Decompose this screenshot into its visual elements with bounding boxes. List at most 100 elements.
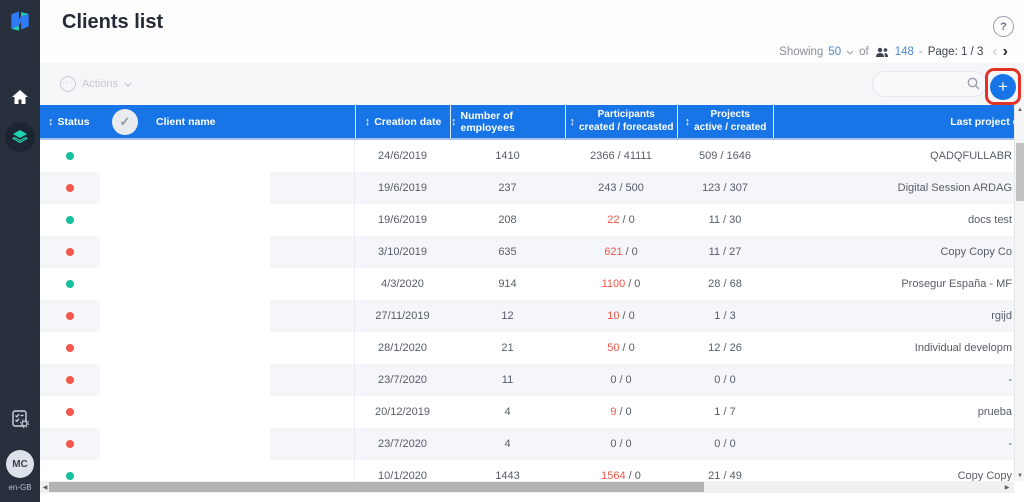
table-row[interactable]: 23/7/2020 4 0/0 0 / 0 - <box>40 428 1024 460</box>
participants-header-line2: created / forecasted <box>579 121 674 133</box>
status-cell <box>40 396 100 428</box>
of-label: of <box>859 46 869 58</box>
search-input[interactable] <box>872 71 987 97</box>
last-project-cell: docs test <box>967 214 1012 226</box>
employees-cell: 12 <box>501 310 514 322</box>
client-name-header-label: Client name <box>156 115 216 128</box>
status-cell <box>40 268 100 300</box>
table-row[interactable]: 3/10/2019 635 621/0 11 / 27 Copy Copy Co <box>40 236 1024 268</box>
client-name-redacted <box>100 300 270 332</box>
employees-cell: 21 <box>501 342 514 354</box>
actions-button[interactable]: ··· Actions <box>60 63 132 105</box>
creation-date-cell: 4/3/2020 <box>381 278 424 290</box>
participants-header-line1: Participants <box>597 109 655 120</box>
next-page-button[interactable]: › <box>1003 44 1008 60</box>
last-project-cell: Copy Copy Co <box>940 246 1012 258</box>
client-name-redacted <box>100 428 270 460</box>
sort-icon: ↕ <box>48 115 54 128</box>
client-name-cell <box>100 428 355 460</box>
table-row[interactable]: 19/6/2019 208 22/0 11 / 30 docs test <box>40 204 1024 236</box>
table-row[interactable]: 24/6/2019 1410 2366/41111 509 / 1646 QAD… <box>40 140 1024 172</box>
scroll-down-icon[interactable]: ▼ <box>1015 473 1024 479</box>
table-row[interactable]: 28/1/2020 21 50/0 12 / 26 Individual dev… <box>40 332 1024 364</box>
sort-icon: ↕ <box>684 115 691 128</box>
participants-cell: 2366/41111 <box>590 150 652 162</box>
column-header-last-project[interactable]: Last project created <box>773 105 1024 138</box>
horizontal-scrollbar-thumb[interactable] <box>49 482 704 492</box>
client-name-redacted <box>100 204 270 236</box>
status-dot <box>66 216 74 224</box>
table-row[interactable]: 27/11/2019 12 10/0 1 / 3 rgijd <box>40 300 1024 332</box>
client-name-cell <box>100 300 355 332</box>
participants-cell: 621/0 <box>604 246 638 258</box>
checklist-gear-icon <box>12 410 29 428</box>
horizontal-scrollbar[interactable]: ◀ ▶ <box>40 481 1014 493</box>
participants-cell: 22/0 <box>607 214 635 226</box>
chevron-down-icon <box>124 82 132 87</box>
last-project-cell: Prosegur España - MF <box>901 278 1012 290</box>
status-header-label: Status <box>57 115 90 128</box>
toolbar: ··· Actions + <box>40 63 1024 105</box>
page-title: Clients list <box>62 11 164 33</box>
layers-icon <box>12 130 28 144</box>
column-header-creation-date[interactable]: ↕ Creation date <box>355 105 450 138</box>
add-client-button[interactable]: + <box>990 74 1016 100</box>
participants-cell: 0/0 <box>610 438 632 450</box>
creation-date-cell: 27/11/2019 <box>375 310 430 322</box>
table-row[interactable]: 23/7/2020 11 0/0 0 / 0 - <box>40 364 1024 396</box>
status-cell <box>40 428 100 460</box>
prev-page-button[interactable]: ‹ <box>992 44 997 60</box>
user-avatar[interactable]: MC <box>6 450 34 478</box>
creation-date-cell: 20/12/2019 <box>374 406 431 418</box>
client-name-cell <box>100 364 355 396</box>
sidebar-item-program-settings[interactable] <box>0 402 40 436</box>
sidebar-item-clients[interactable] <box>0 120 40 154</box>
last-project-cell: prueba <box>977 406 1012 418</box>
projects-cell: 28 / 68 <box>708 278 742 290</box>
client-name-cell <box>100 140 355 172</box>
participants-cell: 243/500 <box>598 182 644 194</box>
projects-cell: 123 / 307 <box>702 182 748 194</box>
participants-cell: 1100/0 <box>601 278 641 290</box>
employees-header-label: Number of employees <box>460 109 515 134</box>
client-name-cell <box>100 396 355 428</box>
status-dot <box>66 312 74 320</box>
column-header-employees[interactable]: ↕ Number of employees <box>450 105 565 138</box>
column-header-participants[interactable]: ↕ Participants created / forecasted <box>565 105 677 138</box>
vertical-scrollbar-thumb[interactable] <box>1016 143 1024 201</box>
status-dot <box>66 472 74 480</box>
scroll-right-icon[interactable]: ▶ <box>1002 484 1012 491</box>
creation-date-cell: 19/6/2019 <box>378 182 427 194</box>
participants-cell: 50/0 <box>607 342 635 354</box>
projects-cell: 1 / 3 <box>714 310 736 322</box>
chevron-down-icon <box>846 50 854 55</box>
employees-cell: 4 <box>504 438 511 450</box>
page-size-select[interactable]: 50 <box>828 46 841 58</box>
status-dot <box>66 248 74 256</box>
status-cell <box>40 364 100 396</box>
client-name-redacted <box>100 332 270 364</box>
employees-cell: 11 <box>501 374 514 386</box>
column-header-status[interactable]: ↕ Status <box>40 105 100 138</box>
column-header-projects[interactable]: ↕ Projects active / created <box>677 105 773 138</box>
table-row[interactable]: 19/6/2019 237 243/500 123 / 307 Digital … <box>40 172 1024 204</box>
status-cell <box>40 140 100 172</box>
client-name-cell <box>100 172 355 204</box>
client-name-cell <box>100 332 355 364</box>
sidebar-item-home[interactable] <box>0 80 40 114</box>
status-dot <box>66 376 74 384</box>
last-project-cell: - <box>1008 438 1012 450</box>
scroll-up-icon[interactable]: ▲ <box>1015 107 1024 113</box>
employees-cell: 208 <box>498 214 517 226</box>
table-row[interactable]: 4/3/2020 914 1100/0 28 / 68 Prosegur Esp… <box>40 268 1024 300</box>
status-cell <box>40 300 100 332</box>
client-name-cell <box>100 204 355 236</box>
employees-cell: 635 <box>498 246 517 258</box>
home-icon <box>12 90 28 104</box>
projects-cell: 509 / 1646 <box>699 150 751 162</box>
help-button[interactable]: ? <box>993 16 1014 37</box>
active-indicator <box>5 122 35 152</box>
select-all-checkbox[interactable]: ✓ <box>112 108 138 135</box>
table-row[interactable]: 20/12/2019 4 9/0 1 / 7 prueba <box>40 396 1024 428</box>
vertical-scrollbar[interactable]: ▲ ▼ <box>1014 105 1024 481</box>
